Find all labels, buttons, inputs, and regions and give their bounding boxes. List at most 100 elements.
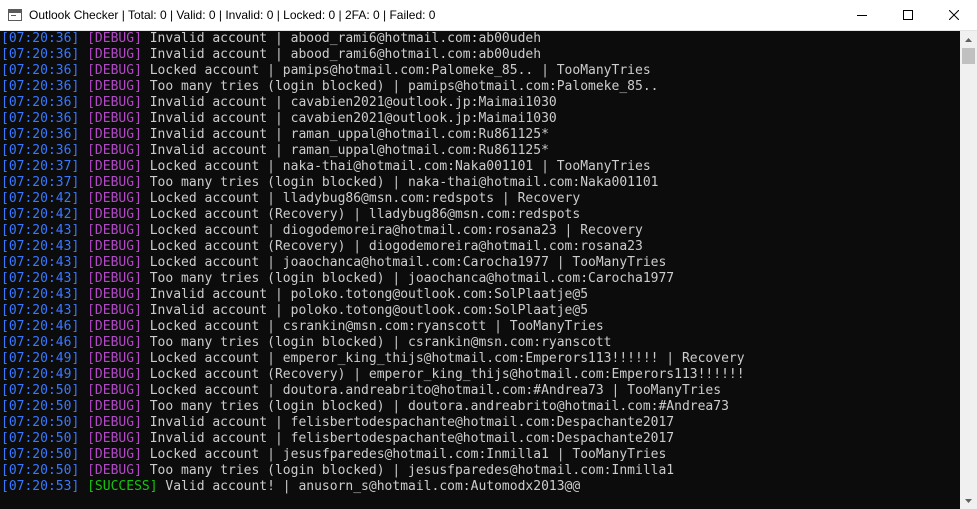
log-level: [DEBUG]	[87, 207, 142, 222]
console-app-icon	[8, 9, 22, 21]
log-timestamp: [07:20:50]	[1, 415, 80, 430]
log-timestamp: [07:20:50]	[1, 463, 80, 478]
window-title: Outlook Checker | Total: 0 | Valid: 0 | …	[29, 8, 436, 22]
log-timestamp: [07:20:36]	[1, 63, 80, 78]
log-line: [07:20:36] [DEBUG] Invalid account | abo…	[1, 31, 960, 47]
log-level: [DEBUG]	[87, 127, 142, 142]
log-level: [DEBUG]	[87, 47, 142, 62]
close-button[interactable]	[931, 0, 977, 31]
log-message: Invalid account | poloko.totong@outlook.…	[149, 303, 589, 318]
log-line: [07:20:36] [DEBUG] Invalid account | cav…	[1, 111, 960, 127]
log-line: [07:20:50] [DEBUG] Too many tries (login…	[1, 463, 960, 479]
log-message: Locked account | diogodemoreira@hotmail.…	[149, 223, 643, 238]
log-line: [07:20:43] [DEBUG] Locked account | diog…	[1, 223, 960, 239]
log-timestamp: [07:20:49]	[1, 367, 80, 382]
window-controls	[839, 0, 977, 31]
log-line: [07:20:36] [DEBUG] Invalid account | ram…	[1, 127, 960, 143]
log-message: Too many tries (login blocked) | naka-th…	[149, 175, 659, 190]
log-message: Too many tries (login blocked) | csranki…	[149, 335, 612, 350]
log-level: [DEBUG]	[87, 447, 142, 462]
log-timestamp: [07:20:36]	[1, 79, 80, 94]
log-timestamp: [07:20:50]	[1, 447, 80, 462]
scroll-up-button[interactable]	[960, 31, 977, 48]
arrow-down-icon	[965, 498, 972, 503]
log-line: [07:20:49] [DEBUG] Locked account | empe…	[1, 351, 960, 367]
log-timestamp: [07:20:43]	[1, 223, 80, 238]
log-timestamp: [07:20:36]	[1, 127, 80, 142]
log-level: [DEBUG]	[87, 335, 142, 350]
log-message: Locked account | naka-thai@hotmail.com:N…	[149, 159, 651, 174]
log-line: [07:20:50] [DEBUG] Locked account | dout…	[1, 383, 960, 399]
log-level: [DEBUG]	[87, 191, 142, 206]
log-line: [07:20:43] [DEBUG] Invalid account | pol…	[1, 303, 960, 319]
log-level: [DEBUG]	[87, 399, 142, 414]
log-level: [DEBUG]	[87, 159, 142, 174]
log-message: Invalid account | cavabien2021@outlook.j…	[149, 111, 557, 126]
log-timestamp: [07:20:53]	[1, 479, 80, 494]
log-message: Invalid account | raman_uppal@hotmail.co…	[149, 143, 549, 158]
log-line: [07:20:50] [DEBUG] Invalid account | fel…	[1, 431, 960, 447]
log-timestamp: [07:20:43]	[1, 287, 80, 302]
log-timestamp: [07:20:43]	[1, 303, 80, 318]
vertical-scrollbar[interactable]	[960, 31, 977, 509]
log-message: Locked account (Recovery) | diogodemorei…	[149, 239, 643, 254]
log-message: Locked account | jesusfparedes@hotmail.c…	[149, 447, 667, 462]
log-message: Invalid account | cavabien2021@outlook.j…	[149, 95, 557, 110]
log-timestamp: [07:20:36]	[1, 47, 80, 62]
log-level: [DEBUG]	[87, 223, 142, 238]
log-message: Invalid account | felisbertodespachante@…	[149, 415, 675, 430]
log-level: [DEBUG]	[87, 63, 142, 78]
log-line: [07:20:53] [SUCCESS] Valid account! | an…	[1, 479, 960, 495]
log-timestamp: [07:20:50]	[1, 431, 80, 446]
log-level: [DEBUG]	[87, 431, 142, 446]
log-level: [DEBUG]	[87, 239, 142, 254]
log-level: [DEBUG]	[87, 287, 142, 302]
log-message: Locked account | csrankin@msn.com:ryansc…	[149, 319, 604, 334]
arrow-up-icon	[965, 37, 972, 42]
log-message: Too many tries (login blocked) | pamips@…	[149, 79, 659, 94]
log-level: [DEBUG]	[87, 79, 142, 94]
minimize-button[interactable]	[839, 0, 885, 31]
log-line: [07:20:37] [DEBUG] Too many tries (login…	[1, 175, 960, 191]
log-timestamp: [07:20:49]	[1, 351, 80, 366]
log-level: [SUCCESS]	[87, 479, 158, 494]
close-icon	[949, 10, 959, 20]
log-line: [07:20:37] [DEBUG] Locked account | naka…	[1, 159, 960, 175]
log-message: Locked account | pamips@hotmail.com:Palo…	[149, 63, 651, 78]
scroll-down-button[interactable]	[960, 492, 977, 509]
log-message: Locked account | doutora.andreabrito@hot…	[149, 383, 722, 398]
log-timestamp: [07:20:42]	[1, 191, 80, 206]
console-window: Outlook Checker | Total: 0 | Valid: 0 | …	[0, 0, 977, 509]
log-line: [07:20:42] [DEBUG] Locked account (Recov…	[1, 207, 960, 223]
log-level: [DEBUG]	[87, 351, 142, 366]
log-message: Locked account (Recovery) | lladybug86@m…	[149, 207, 581, 222]
log-message: Locked account | joaochanca@hotmail.com:…	[149, 255, 667, 270]
log-message: Invalid account | abood_rami6@hotmail.co…	[149, 31, 542, 46]
log-line: [07:20:43] [DEBUG] Locked account | joao…	[1, 255, 960, 271]
log-timestamp: [07:20:46]	[1, 335, 80, 350]
log-message: Valid account! | anusorn_s@hotmail.com:A…	[165, 479, 581, 494]
log-line: [07:20:36] [DEBUG] Invalid account | cav…	[1, 95, 960, 111]
log-line: [07:20:50] [DEBUG] Too many tries (login…	[1, 399, 960, 415]
log-level: [DEBUG]	[87, 175, 142, 190]
log-message: Too many tries (login blocked) | joaocha…	[149, 271, 675, 286]
title-bar[interactable]: Outlook Checker | Total: 0 | Valid: 0 | …	[0, 0, 977, 31]
maximize-button[interactable]	[885, 0, 931, 31]
log-line: [07:20:36] [DEBUG] Invalid account | ram…	[1, 143, 960, 159]
log-timestamp: [07:20:42]	[1, 207, 80, 222]
log-level: [DEBUG]	[87, 255, 142, 270]
log-timestamp: [07:20:43]	[1, 255, 80, 270]
log-timestamp: [07:20:36]	[1, 31, 80, 46]
log-line: [07:20:43] [DEBUG] Too many tries (login…	[1, 271, 960, 287]
log-message: Too many tries (login blocked) | doutora…	[149, 399, 729, 414]
log-line: [07:20:42] [DEBUG] Locked account | llad…	[1, 191, 960, 207]
log-timestamp: [07:20:46]	[1, 319, 80, 334]
log-level: [DEBUG]	[87, 31, 142, 46]
log-message: Invalid account | abood_rami6@hotmail.co…	[149, 47, 542, 62]
scroll-thumb[interactable]	[962, 48, 975, 64]
console-output[interactable]: [07:20:36] [DEBUG] Invalid account | abo…	[0, 31, 960, 509]
log-message: Too many tries (login blocked) | jesusfp…	[149, 463, 675, 478]
log-level: [DEBUG]	[87, 463, 142, 478]
log-line: [07:20:46] [DEBUG] Locked account | csra…	[1, 319, 960, 335]
log-level: [DEBUG]	[87, 95, 142, 110]
